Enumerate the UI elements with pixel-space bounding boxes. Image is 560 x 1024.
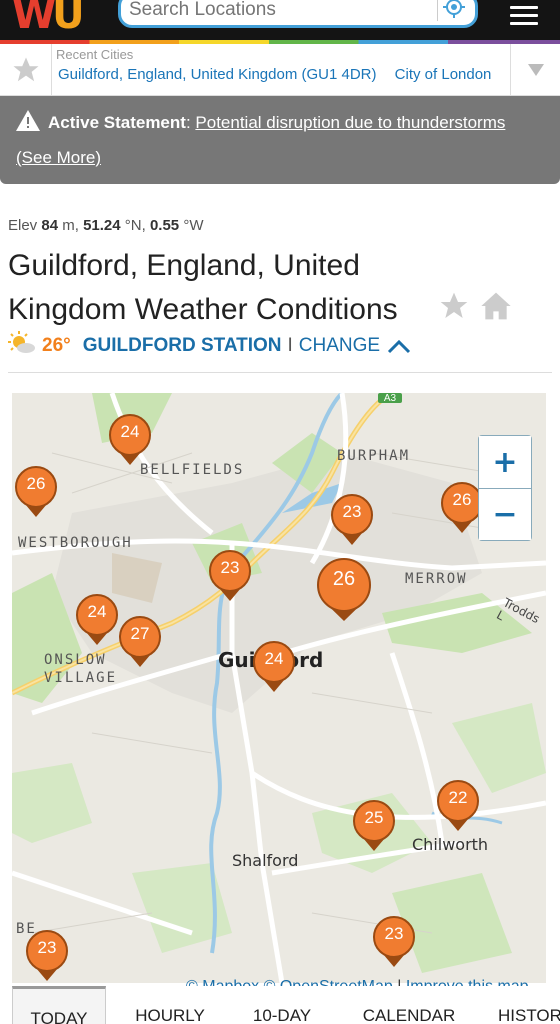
place-label: WESTBOROUGH: [18, 535, 133, 551]
change-station-button[interactable]: CHANGE: [299, 335, 412, 357]
station-temp: 23: [37, 938, 57, 957]
station-pin[interactable]: 24: [75, 593, 119, 647]
station-pin[interactable]: 23: [372, 915, 416, 969]
station-map[interactable]: A3 BELLFIELDS BURPHAM WESTBOROUGH MERROW…: [12, 393, 546, 983]
station-temp: 24: [120, 422, 140, 441]
station-temp: 23: [384, 924, 404, 943]
place-label: BELLFIELDS: [140, 462, 245, 478]
place-label: Chilworth: [412, 835, 489, 854]
recent-city-link[interactable]: City of London: [395, 66, 492, 83]
station-row: 26° GUILDFORD STATION I CHANGE: [8, 331, 412, 361]
forecast-tabs: TODAY HOURLY 10-DAY CALENDAR HISTORY: [0, 986, 560, 1024]
station-pin[interactable]: 23: [208, 549, 252, 603]
recent-cities-bar: Recent Cities Guildford, England, United…: [0, 44, 560, 96]
zoom-in-button[interactable]: +: [479, 436, 531, 488]
station-pin[interactable]: 23: [25, 929, 69, 983]
warning-icon: [16, 110, 40, 136]
place-label: MERROW: [405, 571, 468, 587]
recent-city-link[interactable]: Guildford, England, United Kingdom (GU1 …: [58, 66, 377, 83]
station-temp: 26: [332, 568, 356, 590]
alert-link[interactable]: Potential disruption due to thunderstorm…: [195, 113, 505, 133]
station-pin[interactable]: 24: [108, 413, 152, 467]
zoom-out-button[interactable]: −: [479, 488, 531, 540]
chevron-up-icon: [388, 339, 411, 354]
tab-hourly[interactable]: HOURLY: [106, 986, 234, 1024]
tab-calendar[interactable]: CALENDAR: [330, 986, 488, 1024]
recent-cities-list: Guildford, England, United Kingdom (GU1 …: [58, 66, 510, 83]
svg-text:A3: A3: [384, 393, 397, 404]
station-temp: 23: [220, 558, 240, 577]
search-box: [118, 0, 478, 28]
station-temp: 27: [130, 624, 150, 643]
station-temp: 26: [26, 474, 46, 493]
page-title: Guildford, England, United Kingdom Weath…: [8, 249, 398, 326]
station-pin[interactable]: 25: [352, 799, 396, 853]
current-temperature: 26°: [42, 335, 71, 356]
place-label: BURPHAM: [337, 448, 411, 464]
station-pin[interactable]: 23: [330, 493, 374, 547]
favorite-star-icon[interactable]: [438, 290, 470, 327]
star-icon[interactable]: [0, 44, 52, 96]
search-input[interactable]: [129, 0, 429, 23]
title-actions: [438, 290, 512, 327]
station-name: GUILDFORD STATION: [82, 335, 282, 356]
see-more-link[interactable]: (See More): [16, 148, 101, 167]
alert-title: Active Statement: [48, 113, 186, 132]
station-pin[interactable]: 24: [252, 640, 296, 694]
recent-cities-label: Recent Cities: [56, 47, 134, 62]
station-pin[interactable]: 26: [316, 557, 372, 623]
divider: [8, 372, 552, 373]
station-temp: 25: [364, 808, 384, 827]
station-pin[interactable]: 26: [14, 465, 58, 519]
zoom-controls: + −: [478, 435, 532, 541]
tab-today[interactable]: TODAY: [12, 986, 106, 1024]
partly-sunny-icon: [8, 331, 36, 361]
place-label: Shalford: [232, 851, 299, 870]
menu-icon[interactable]: [510, 6, 538, 25]
active-statement-banner: Active Statement: Potential disruption d…: [0, 96, 560, 184]
elevation-coords: Elev 84 m, 51.24 °N, 0.55 °W: [8, 217, 204, 234]
locate-icon[interactable]: [437, 0, 465, 21]
station-temp: 24: [264, 649, 284, 668]
station-pin[interactable]: 22: [436, 779, 480, 833]
chevron-down-icon[interactable]: [510, 44, 560, 96]
station-pin[interactable]: 27: [118, 615, 162, 669]
place-label: VILLAGE: [44, 670, 118, 686]
top-header: WU: [0, 0, 560, 40]
station-temp: 23: [342, 502, 362, 521]
wu-logo[interactable]: WU: [12, 0, 85, 38]
tab-history[interactable]: HISTORY: [488, 986, 560, 1024]
tab-10-day[interactable]: 10-DAY: [234, 986, 330, 1024]
station-temp: 24: [87, 602, 107, 621]
home-icon[interactable]: [480, 290, 512, 327]
station-temp: 22: [448, 788, 468, 807]
place-label: ONSLOW: [44, 652, 107, 668]
